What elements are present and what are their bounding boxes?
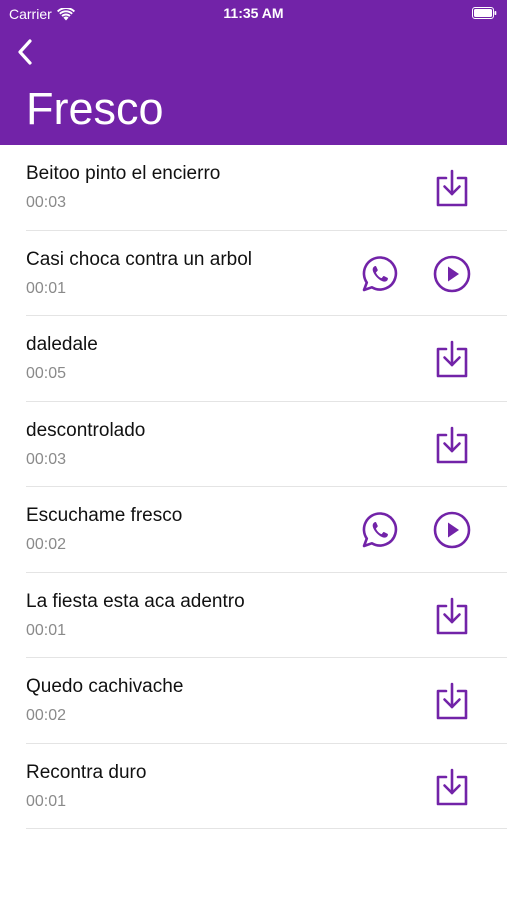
play-button[interactable] [432,510,472,550]
status-time: 11:35 AM [223,5,284,21]
download-icon [436,768,468,805]
sound-duration: 00:03 [26,194,67,211]
download-button[interactable] [432,767,472,807]
share-whatsapp-button[interactable] [360,510,400,550]
download-button[interactable] [432,168,472,208]
download-icon [436,426,468,463]
sound-duration: 00:01 [26,621,67,639]
list-item[interactable]: La fiesta esta aca adentro 00:01 [0,573,507,659]
download-icon [436,169,468,207]
sound-title: La fiesta esta aca adentro [26,590,245,612]
sound-duration: 00:03 [26,450,67,468]
back-button[interactable] [13,37,37,67]
navigation-bar: Carrier 11:35 AM Fresco [0,0,507,145]
status-bar: Carrier 11:35 AM [0,0,507,28]
download-icon [436,682,468,720]
sound-title: Recontra duro [26,761,147,783]
list-item[interactable]: Quedo cachivache 00:02 [0,658,507,744]
list-item[interactable]: Escuchame fresco 00:02 [0,487,507,573]
play-icon [433,255,471,292]
download-button[interactable] [432,596,472,636]
chevron-left-icon [18,39,32,65]
sound-title: Casi choca contra un arbol [26,248,253,270]
battery-icon [472,7,497,19]
list-item[interactable]: descontrolado 00:03 [0,402,507,488]
download-button[interactable] [432,339,472,379]
play-button[interactable] [432,254,472,294]
sound-duration: 00:01 [26,792,67,810]
download-icon [436,340,468,378]
whatsapp-icon [362,255,398,291]
sound-list: Beitoo pinto el encierro 00:03 Casi choca… [0,145,507,829]
sound-title: descontrolado [26,419,146,441]
download-icon [436,597,468,634]
sound-title: Escuchame fresco [26,505,183,526]
sound-duration: 00:02 [26,536,67,553]
sound-duration: 00:01 [26,279,67,297]
sound-title: Quedo cachivache [26,676,184,697]
whatsapp-icon [362,512,398,548]
share-whatsapp-button[interactable] [360,254,400,294]
list-item[interactable]: daledale 00:05 [0,316,507,402]
sound-duration: 00:02 [26,707,67,724]
page-title: Fresco [26,83,164,134]
download-button[interactable] [432,681,472,721]
sound-title: daledale [26,334,98,355]
sound-title: Beitoo pinto el encierro [26,163,221,184]
list-item[interactable]: Beitoo pinto el encierro 00:03 [0,145,507,231]
list-item[interactable]: Casi choca contra un arbol 00:01 [0,231,507,317]
download-button[interactable] [432,425,472,465]
sound-duration: 00:05 [26,365,67,382]
list-item[interactable]: Recontra duro 00:01 [0,744,507,830]
play-icon [433,511,471,549]
